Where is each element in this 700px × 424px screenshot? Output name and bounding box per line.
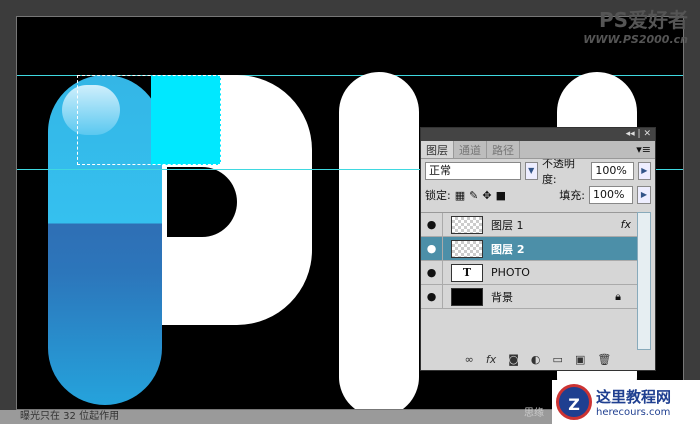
layer-thumbnail bbox=[451, 239, 483, 258]
layer-name: 图层 1 bbox=[491, 218, 524, 232]
fill-label: 填充: bbox=[559, 189, 585, 202]
panel-titlebar[interactable]: ◂◂ | ✕ bbox=[421, 128, 655, 141]
new-layer-icon[interactable]: ▣ bbox=[575, 350, 585, 370]
watermark-title: 这里教程网 bbox=[596, 388, 672, 406]
layer-thumbnail bbox=[451, 215, 483, 234]
folder-icon[interactable]: ▭ bbox=[553, 350, 563, 370]
eye-icon[interactable]: ● bbox=[421, 237, 443, 260]
layers-scrollbar[interactable] bbox=[637, 212, 651, 350]
layer-name: 背景 bbox=[491, 290, 513, 304]
tab-channels[interactable]: 通道 bbox=[454, 141, 487, 158]
watermark-url: herecours.com bbox=[596, 407, 671, 418]
lock-transparent-icon[interactable]: ▦ bbox=[455, 189, 465, 202]
tab-paths[interactable]: 路径 bbox=[487, 141, 520, 158]
opacity-slider-button[interactable]: ▶ bbox=[637, 162, 651, 180]
text-layer-thumbnail: T bbox=[451, 263, 483, 282]
lock-paint-icon[interactable]: ✎ bbox=[469, 189, 478, 202]
blend-mode-select[interactable]: 正常 bbox=[425, 162, 521, 180]
lock-icon: 🔒︎ bbox=[615, 289, 621, 303]
layer-row[interactable]: ● 图层 2 bbox=[421, 237, 637, 261]
adjustment-icon[interactable]: ◐ bbox=[531, 350, 541, 370]
layer-row[interactable]: ● 背景 🔒︎ bbox=[421, 285, 637, 309]
lock-move-icon[interactable]: ✥ bbox=[482, 189, 491, 202]
chevron-down-icon[interactable]: ▼ bbox=[524, 162, 538, 180]
layers-panel: ◂◂ | ✕ 图层 通道 路径 ▾≡ 正常 ▼ 不透明度: 100% ▶ 锁定:… bbox=[420, 127, 656, 371]
lock-all-icon[interactable]: ■ bbox=[496, 189, 506, 202]
watermark-logo-icon: Z bbox=[556, 384, 592, 420]
layer-thumbnail bbox=[451, 287, 483, 306]
link-icon[interactable]: ∞ bbox=[465, 350, 474, 370]
eye-icon[interactable]: ● bbox=[421, 213, 443, 236]
panel-menu-icon[interactable]: ▾≡ bbox=[636, 143, 651, 156]
fill-slider-button[interactable]: ▶ bbox=[637, 186, 651, 204]
fx-icon[interactable]: fx bbox=[621, 218, 631, 231]
layer-row[interactable]: ● 图层 1 fx bbox=[421, 213, 637, 237]
marquee-selection bbox=[77, 75, 221, 165]
tab-layers[interactable]: 图层 bbox=[421, 141, 454, 158]
fill-input[interactable]: 100% bbox=[589, 186, 633, 204]
watermark: Z 这里教程网 herecours.com bbox=[552, 380, 700, 424]
opacity-label: 不透明度: bbox=[541, 157, 575, 186]
layers-list: ● 图层 1 fx ● 图层 2 ● T PHOTO ● 背景 🔒︎ bbox=[421, 212, 637, 350]
letter-p-counter bbox=[167, 167, 237, 237]
mask-icon[interactable]: ◙ bbox=[508, 350, 519, 370]
eye-icon[interactable]: ● bbox=[421, 285, 443, 308]
site-logo: PS爱好者 WWW.PS2000.cn bbox=[583, 8, 688, 46]
eye-icon[interactable]: ● bbox=[421, 261, 443, 284]
watermark-side-text: 思缘 bbox=[524, 408, 544, 419]
trash-icon[interactable]: 🗑︎ bbox=[597, 350, 611, 370]
layer-row[interactable]: ● T PHOTO bbox=[421, 261, 637, 285]
layer-name: 图层 2 bbox=[491, 242, 525, 256]
letter-h-stem bbox=[339, 72, 419, 409]
opacity-input[interactable]: 100% bbox=[591, 162, 634, 180]
lock-label: 锁定: bbox=[425, 189, 451, 202]
fx-icon[interactable]: fx bbox=[486, 350, 496, 370]
layer-name: PHOTO bbox=[491, 266, 530, 279]
